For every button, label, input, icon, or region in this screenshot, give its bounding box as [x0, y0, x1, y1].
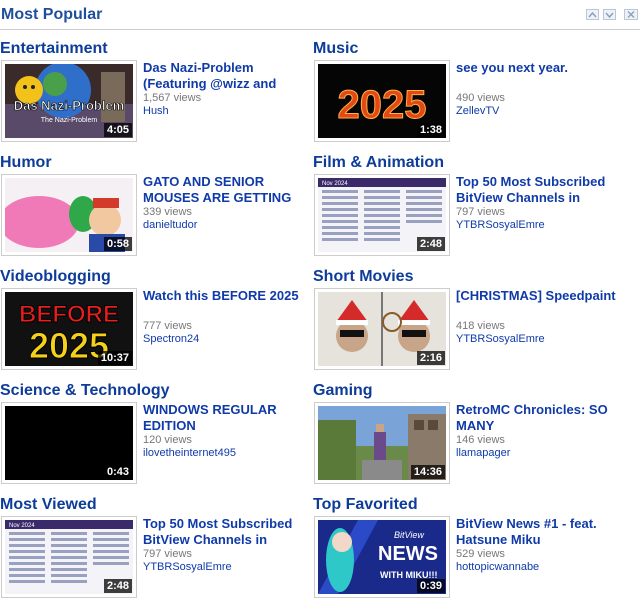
uploader-link[interactable]: ilovetheinternet495	[143, 447, 236, 459]
thumbnail-caption: BitView	[394, 530, 424, 540]
uploader-link[interactable]: llamapager	[456, 447, 510, 459]
video-title-link[interactable]: Top 50 Most Subscribed BitView Channels …	[456, 174, 628, 206]
thumbnail-subcaption: NEWS	[378, 543, 438, 565]
move-up-button[interactable]	[586, 9, 599, 20]
category-music: Music 2025 1:38 see you next year. 490 v…	[313, 40, 633, 154]
thumbnail-caption: BEFORE	[19, 301, 119, 328]
category-videoblogging: Videoblogging BEFORE 2025 10:37 Watch th…	[0, 268, 320, 382]
category-title[interactable]: Music	[313, 40, 358, 58]
uploader-link[interactable]: Hush	[143, 105, 169, 117]
video-thumbnail[interactable]: 2025 1:38	[314, 60, 450, 142]
view-count: 777 views	[143, 320, 192, 332]
video-thumbnail[interactable]: 14:36	[314, 402, 450, 484]
view-count: 797 views	[456, 206, 505, 218]
video-duration: 4:05	[103, 123, 132, 137]
video-duration: 2:16	[416, 351, 445, 365]
video-title-link[interactable]: Das Nazi-Problem (Featuring @wizz and	[143, 60, 315, 92]
view-count: 339 views	[143, 206, 192, 218]
video-thumbnail[interactable]: BEFORE 2025 10:37	[1, 288, 137, 370]
chevron-down-icon	[605, 12, 614, 19]
uploader-link[interactable]: YTBRSosyalEmre	[456, 333, 545, 345]
category-title[interactable]: Short Movies	[313, 268, 413, 286]
chevron-up-icon	[588, 11, 597, 18]
video-duration: 1:38	[416, 123, 445, 137]
video-title-link[interactable]: GATO AND SENIOR MOUSES ARE GETTING	[143, 174, 315, 206]
category-title[interactable]: Most Viewed	[0, 496, 97, 514]
video-duration: 0:58	[103, 237, 132, 251]
video-title-link[interactable]: Top 50 Most Subscribed BitView Channels …	[143, 516, 315, 548]
category-film-animation: Film & Animation Nov 2024 2:48 Top 50 Mo…	[313, 154, 633, 268]
view-count: 1,567 views	[143, 92, 202, 104]
category-title[interactable]: Science & Technology	[0, 382, 170, 400]
view-count: 797 views	[143, 548, 192, 560]
thumbnail-caption: Nov 2024	[9, 523, 35, 529]
section-title: Most Popular	[1, 6, 103, 23]
video-duration: 2:48	[416, 237, 445, 251]
category-most-viewed: Most Viewed Nov 2024 2:48 Top 50 Most Su…	[0, 496, 320, 610]
close-icon	[627, 11, 635, 18]
video-duration: 2:48	[103, 579, 132, 593]
view-count: 146 views	[456, 434, 505, 446]
video-title-link[interactable]: BitView News #1 - feat. Hatsune Miku	[456, 516, 628, 548]
video-duration: 0:39	[416, 579, 445, 593]
category-title[interactable]: Film & Animation	[313, 154, 444, 172]
video-title-link[interactable]: [CHRISTMAS] Speedpaint	[456, 288, 628, 304]
category-title[interactable]: Humor	[0, 154, 52, 172]
video-duration: 0:43	[103, 465, 132, 479]
uploader-link[interactable]: YTBRSosyalEmre	[456, 219, 545, 231]
category-title[interactable]: Videoblogging	[0, 268, 111, 286]
uploader-link[interactable]: hottopicwannabe	[456, 561, 539, 573]
thumbnail-caption: Das Nazi-Problem	[14, 98, 125, 113]
video-thumbnail[interactable]: 2:16	[314, 288, 450, 370]
category-science-technology: Science & Technology 0:43 WINDOWS REGULA…	[0, 382, 320, 496]
close-button[interactable]	[624, 9, 638, 20]
category-short-movies: Short Movies 2:16 [CHRISTMAS] Speedpaint…	[313, 268, 633, 382]
section-header: Most Popular	[0, 0, 640, 30]
thumbnail-subcaption: The Nazi-Problem	[41, 117, 98, 124]
category-entertainment: Entertainment Das Nazi-Problem The Nazi-…	[0, 40, 320, 154]
video-thumbnail[interactable]: Nov 2024 2:48	[1, 516, 137, 598]
video-title-link[interactable]: WINDOWS REGULAR EDITION	[143, 402, 315, 434]
video-title-link[interactable]: see you next year.	[456, 60, 628, 76]
uploader-link[interactable]: YTBRSosyalEmre	[143, 561, 232, 573]
thumbnail-caption: 2025	[338, 83, 427, 127]
video-duration: 14:36	[410, 465, 445, 479]
category-title[interactable]: Top Favorited	[313, 496, 418, 514]
video-thumbnail[interactable]: 0:43	[1, 402, 137, 484]
video-thumbnail[interactable]: Nov 2024 2:48	[314, 174, 450, 256]
video-thumbnail[interactable]: 0:58	[1, 174, 137, 256]
uploader-link[interactable]: ZellevTV	[456, 105, 499, 117]
view-count: 490 views	[456, 92, 505, 104]
category-top-favorited: Top Favorited BitView NEWS WITH MIKU!!! …	[313, 496, 633, 610]
video-title-link[interactable]: Watch this BEFORE 2025	[143, 288, 315, 304]
video-thumbnail[interactable]: BitView NEWS WITH MIKU!!! 0:39	[314, 516, 450, 598]
move-down-button[interactable]	[603, 9, 616, 20]
view-count: 529 views	[456, 548, 505, 560]
uploader-link[interactable]: Spectron24	[143, 333, 199, 345]
video-thumbnail[interactable]: Das Nazi-Problem The Nazi-Problem 4:05	[1, 60, 137, 142]
category-humor: Humor 0:58 GATO AND SENIOR MOUSES ARE GE…	[0, 154, 320, 268]
category-title[interactable]: Entertainment	[0, 40, 108, 58]
view-count: 120 views	[143, 434, 192, 446]
view-count: 418 views	[456, 320, 505, 332]
video-title-link[interactable]: RetroMC Chronicles: SO MANY	[456, 402, 628, 434]
uploader-link[interactable]: danieltudor	[143, 219, 197, 231]
video-duration: 10:37	[97, 351, 132, 365]
category-title[interactable]: Gaming	[313, 382, 373, 400]
category-gaming: Gaming 14:36 RetroMC Chronicles: SO MANY…	[313, 382, 633, 496]
thumbnail-caption: Nov 2024	[322, 181, 348, 187]
